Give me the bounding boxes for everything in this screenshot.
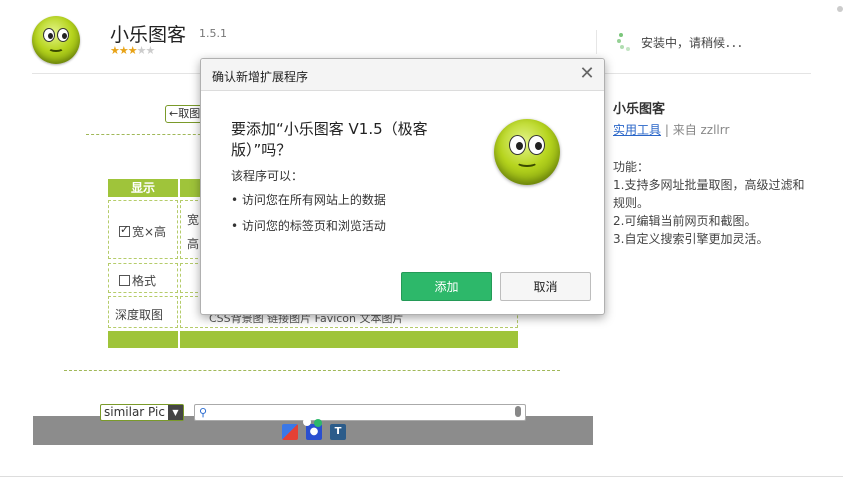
- row-deep-fetch: 深度取图: [108, 296, 178, 328]
- list-item: 访问您在所有网站上的数据: [231, 191, 386, 207]
- dialog-permissions-intro: 该程序可以：: [231, 169, 304, 183]
- close-icon[interactable]: ✕: [578, 65, 596, 83]
- description-line: 2.可编辑当前网页和截图。: [613, 214, 757, 228]
- microphone-icon[interactable]: [515, 406, 521, 417]
- list-item: 访问您的标签页和浏览活动: [231, 217, 386, 233]
- star-icon: ★: [118, 44, 129, 57]
- extension-logo: [494, 119, 560, 185]
- author-label: 来自 zzllrr: [672, 123, 730, 137]
- chevron-down-icon[interactable]: ▼: [168, 405, 183, 420]
- width-height-checkbox[interactable]: [119, 223, 130, 237]
- info-app-name: 小乐图客: [613, 102, 666, 117]
- description-line: 3.自定义搜索引擎更加灵活。: [613, 232, 769, 246]
- loading-spinner-icon: [617, 33, 633, 51]
- google-engine-icon[interactable]: [282, 424, 298, 440]
- format-label: 格式: [132, 274, 157, 288]
- dialog-title: 确认新增扩展程序: [212, 70, 309, 84]
- scrollbar[interactable]: [837, 6, 843, 12]
- row-format: 格式: [108, 263, 178, 293]
- star-rating: ★★★★★: [110, 44, 156, 57]
- format-checkbox[interactable]: [119, 275, 130, 286]
- app-logo: [32, 16, 80, 64]
- width-height-label: 宽×高: [132, 225, 167, 239]
- star-icon: ★: [145, 44, 156, 57]
- search-mode-select[interactable]: similar Pic ▼: [100, 404, 184, 421]
- divider: [86, 134, 206, 135]
- search-mode-value: similar Pic: [104, 405, 165, 419]
- star-icon: ★: [136, 44, 147, 57]
- description-title: 功能：: [613, 160, 650, 174]
- info-description: 功能： 1.支持多网址批量取图，高级过滤和规则。 2.可编辑当前网页和截图。 3…: [613, 158, 813, 248]
- install-status-text: 安装中，请稍候．．．: [641, 35, 750, 50]
- info-category: 实用工具 | 来自 zzllrr: [613, 121, 729, 138]
- description-line: 1.支持多网址批量取图，高级过滤和规则。: [613, 178, 805, 210]
- dot-icon: [303, 418, 311, 426]
- t-engine-icon[interactable]: T: [330, 424, 346, 440]
- star-icon: ★: [110, 44, 120, 57]
- add-button[interactable]: 添加: [401, 272, 492, 301]
- star-icon: ★: [127, 44, 138, 57]
- confirm-extension-dialog: 确认新增扩展程序 ✕ 要添加“小乐图客 V1.5（极客版）”吗？ 该程序可以： …: [200, 58, 605, 315]
- category-separator: |: [661, 123, 673, 137]
- table-footer: [180, 331, 518, 348]
- cancel-button[interactable]: 取消: [500, 272, 591, 301]
- permissions-list: 访问您在所有网站上的数据 访问您的标签页和浏览活动: [231, 191, 386, 243]
- dialog-header: 确认新增扩展程序 ✕: [201, 59, 604, 91]
- category-link[interactable]: 实用工具: [613, 123, 661, 137]
- dialog-heading: 要添加“小乐图客 V1.5（极客版）”吗？: [231, 120, 428, 159]
- height-label: 高: [187, 237, 200, 251]
- install-status: 安装中，请稍候．．．: [617, 33, 749, 51]
- deep-fetch-label: 深度取图: [115, 308, 164, 322]
- divider: [0, 476, 843, 477]
- width-label: 宽: [187, 213, 200, 227]
- divider: [64, 370, 560, 371]
- table-footer: [108, 331, 178, 348]
- dot-icon: [314, 419, 322, 427]
- table-header-display: 显示: [108, 179, 178, 197]
- search-input[interactable]: ⚲: [194, 404, 526, 421]
- search-icon: ⚲: [199, 406, 208, 419]
- fetch-images-button[interactable]: ←取图: [165, 105, 205, 123]
- row-width-height: 宽×高: [108, 200, 178, 259]
- divider: [596, 30, 597, 54]
- app-title: 小乐图客: [110, 24, 187, 46]
- app-version: 1.5.1: [199, 27, 227, 40]
